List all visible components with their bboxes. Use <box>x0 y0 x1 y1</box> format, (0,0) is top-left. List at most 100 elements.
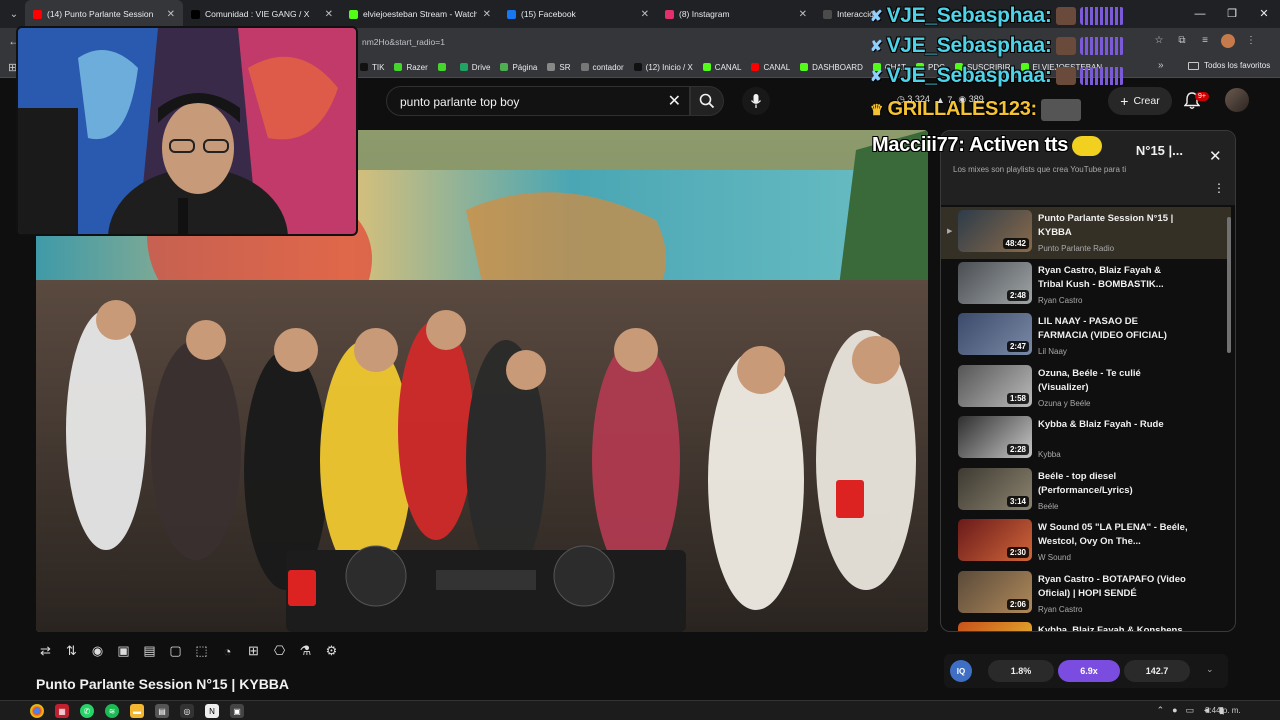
browser-tab[interactable]: Comunidad : VIE GANG / X ✕ <box>183 0 341 28</box>
playlist-icon[interactable]: ≡ <box>1198 34 1212 48</box>
close-icon[interactable]: ✕ <box>1209 147 1222 165</box>
maximize-icon[interactable]: ❐ <box>1216 0 1248 28</box>
mix-list-item[interactable]: 2:48 Ryan Castro, Blaiz Fayah & Tribal Ku… <box>941 259 1231 311</box>
bookmark-item[interactable]: Página <box>500 63 537 72</box>
bookmark-item[interactable]: Razer <box>394 63 428 72</box>
obs-icon[interactable]: ◎ <box>180 704 194 718</box>
search-input[interactable]: punto parlante top boy <box>400 95 519 109</box>
more-options-icon[interactable]: ⋮ <box>1213 181 1225 195</box>
clear-search-icon[interactable]: ✕ <box>668 91 681 111</box>
video-thumbnail[interactable]: 2:30 <box>958 519 1032 561</box>
account-avatar[interactable] <box>1225 88 1249 112</box>
network-icon[interactable]: ▭ <box>1186 705 1195 716</box>
mix-list-item[interactable]: 2:30 W Sound 05 "LA PLENA" - Beéle, Westc… <box>941 516 1231 568</box>
browser-tab[interactable]: elviejoesteban Stream - Watch ✕ <box>341 0 499 28</box>
window-icon[interactable]: ▣ <box>230 704 244 718</box>
mix-item-channel[interactable]: Ozuna y Beéle <box>1038 399 1090 408</box>
mix-list-item[interactable]: Kybba, Blaiz Fayah & Konshens <box>941 619 1231 631</box>
tray-up-icon[interactable]: ⌃ <box>1157 705 1165 716</box>
app-icon[interactable]: ▦ <box>55 704 69 718</box>
add-clip-icon[interactable]: ⊞ <box>244 642 263 661</box>
bookmark-item[interactable]: Drive <box>459 63 490 72</box>
tab-search-button[interactable]: ⌄ <box>3 3 25 25</box>
calculator-icon[interactable]: ▤ <box>155 704 169 718</box>
tab-close-icon[interactable]: ✕ <box>799 9 807 20</box>
search-button[interactable] <box>690 86 724 116</box>
tab-close-icon[interactable]: ✕ <box>641 9 649 20</box>
screencast-icon[interactable]: ▣ <box>114 642 133 661</box>
chevron-down-icon[interactable]: ⌄ <box>1206 664 1214 675</box>
mix-list-item[interactable]: 3:14 Beéle - top diesel (Performance/Lyri… <box>941 465 1231 517</box>
video-thumbnail[interactable]: 3:14 <box>958 467 1032 510</box>
browser-tab[interactable]: (14) Punto Parlante Session ✕ <box>25 0 183 28</box>
whatsapp-icon[interactable]: ✆ <box>80 704 94 718</box>
mix-item-channel[interactable]: Ryan Castro <box>1038 296 1082 305</box>
mix-list-item[interactable]: ▶ 48:42 Punto Parlante Session N°15 | KYBB… <box>941 207 1231 259</box>
bookmark-item[interactable]: TIK <box>360 63 384 72</box>
file-explorer-icon[interactable]: ▬ <box>130 704 144 718</box>
bookmark-item[interactable]: contador <box>580 63 624 72</box>
repeat-icon[interactable]: ⇄ <box>36 642 55 661</box>
stat-pill-percent[interactable]: 1.8% <box>988 660 1054 682</box>
mix-item-title[interactable]: Ryan Castro - BOTAPAFO (Video Oficial) |… <box>1038 573 1188 601</box>
close-window-icon[interactable]: ✕ <box>1248 0 1280 28</box>
voice-search-button[interactable] <box>742 87 770 115</box>
mix-item-title[interactable]: LIL NAAY - PASAO DE FARMACIA (VIDEO OFIC… <box>1038 315 1188 343</box>
tab-close-icon[interactable]: ✕ <box>325 9 333 20</box>
bookmark-item[interactable]: CANAL <box>751 63 790 72</box>
mix-item-title[interactable]: Ryan Castro, Blaiz Fayah & Tribal Kush -… <box>1038 264 1188 292</box>
mix-item-channel[interactable]: Punto Parlante Radio <box>1038 244 1114 253</box>
browser-tab[interactable]: (8) Instagram ✕ <box>657 0 815 28</box>
video-thumbnail[interactable]: 2:28 <box>958 416 1032 458</box>
tab-close-icon[interactable]: ✕ <box>483 9 491 20</box>
mix-list-item[interactable]: 2:47 LIL NAAY - PASAO DE FARMACIA (VIDEO … <box>941 310 1231 362</box>
mix-item-channel[interactable]: W Sound <box>1038 553 1071 562</box>
bookmark-item[interactable]: CANAL <box>702 63 741 72</box>
mix-list-item[interactable]: 2:28 Kybba & Blaiz Fayah - Rude Kybba <box>941 413 1231 465</box>
video-thumbnail[interactable]: 2:47 <box>958 313 1032 355</box>
mix-item-channel[interactable]: Ryan Castro <box>1038 605 1082 614</box>
speed-gauge-icon[interactable]: ◔ <box>218 642 237 661</box>
mix-item-title[interactable]: Kybba, Blaiz Fayah & Konshens <box>1038 624 1188 631</box>
stat-pill-multiplier[interactable]: 6.9x <box>1058 660 1120 682</box>
mix-item-channel[interactable]: Beéle <box>1038 502 1058 511</box>
crop-icon[interactable]: ⬚ <box>192 642 211 661</box>
camera-icon[interactable]: ⎔ <box>270 642 289 661</box>
mix-item-title[interactable]: Punto Parlante Session N°15 | KYBBA <box>1038 212 1188 240</box>
bookmark-item[interactable] <box>437 63 450 71</box>
bookmark-item[interactable]: SR <box>547 63 571 72</box>
stat-pill-value[interactable]: 142.7 <box>1124 660 1190 682</box>
video-thumbnail[interactable] <box>958 622 1032 631</box>
mix-list-item[interactable]: 2:06 Ryan Castro - BOTAPAFO (Video Oficia… <box>941 568 1231 620</box>
browser-menu-icon[interactable]: ⋮ <box>1244 34 1258 48</box>
profile-icon[interactable] <box>1221 34 1235 48</box>
spotify-icon[interactable]: ≋ <box>105 704 119 718</box>
flask-icon[interactable]: ⚗ <box>296 642 315 661</box>
settings-gear-icon[interactable]: ⚙ <box>322 642 341 661</box>
mic-tray-icon[interactable]: ● <box>1172 705 1177 716</box>
all-favorites-button[interactable]: Todos los favoritos <box>1188 61 1270 70</box>
mix-item-channel[interactable]: Kybba <box>1038 450 1061 459</box>
tab-close-icon[interactable]: ✕ <box>167 9 175 20</box>
bookmark-item[interactable]: (12) Inicio / X <box>633 63 693 72</box>
mix-item-title[interactable]: Beéle - top diesel (Performance/Lyrics) <box>1038 470 1188 498</box>
mix-item-title[interactable]: Kybba & Blaiz Fayah - Rude <box>1038 418 1188 432</box>
picture-in-picture-icon[interactable]: ▢ <box>166 642 185 661</box>
video-thumbnail[interactable]: 2:06 <box>958 570 1032 613</box>
video-thumbnail[interactable]: 2:48 <box>958 261 1032 304</box>
browser-tab[interactable]: (15) Facebook ✕ <box>499 0 657 28</box>
bookmark-item[interactable]: DASHBOARD <box>800 63 863 72</box>
broadcast-icon[interactable]: ◉ <box>88 642 107 661</box>
mix-scrollbar[interactable] <box>1227 217 1231 353</box>
clapper-icon[interactable]: ▤ <box>140 642 159 661</box>
mix-list-item[interactable]: 1:58 Ozuna, Beéle - Te culié (Visualizer)… <box>941 362 1231 414</box>
video-thumbnail[interactable]: 1:58 <box>958 364 1032 407</box>
chrome-icon[interactable] <box>30 704 44 718</box>
mix-item-channel[interactable]: Lil Naay <box>1038 347 1067 356</box>
mix-item-title[interactable]: W Sound 05 "LA PLENA" - Beéle, Westcol, … <box>1038 521 1188 549</box>
url-text[interactable]: nm2Ho&start_radio=1 <box>362 37 445 47</box>
notion-icon[interactable]: N <box>205 704 219 718</box>
search-box[interactable]: punto parlante top boy ✕ <box>386 86 690 116</box>
mix-item-title[interactable]: Ozuna, Beéle - Te culié (Visualizer) <box>1038 367 1188 395</box>
video-thumbnail[interactable]: 48:42 <box>958 210 1032 252</box>
